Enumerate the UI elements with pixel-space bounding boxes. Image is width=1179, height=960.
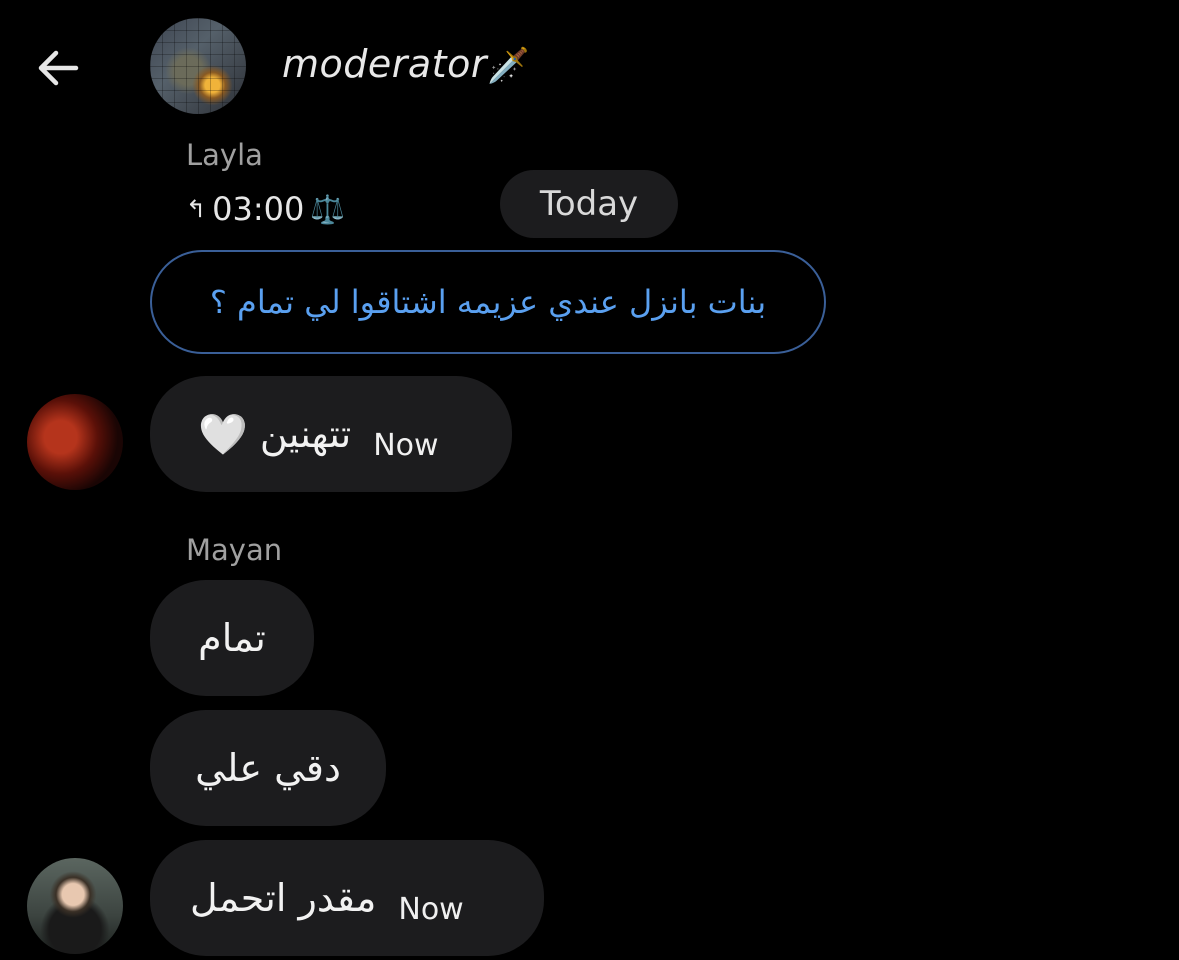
chat-title[interactable]: moderator🗡️ — [282, 42, 530, 86]
reply-arrow-icon: ↰ — [186, 195, 207, 223]
chat-avatar[interactable] — [150, 18, 246, 114]
message-bubble[interactable]: تمام — [150, 580, 314, 696]
message-time: Now — [398, 891, 464, 927]
message-time: Now — [373, 427, 439, 463]
chat-screen: moderator🗡️ Layla ↰ 03:00 ⚖️ Today بنات ب… — [0, 0, 1179, 960]
back-button[interactable] — [30, 40, 90, 96]
scales-icon: ⚖️ — [310, 192, 346, 226]
sender-name-layla: Layla — [186, 138, 263, 172]
arrow-left-icon — [38, 50, 79, 86]
avatar[interactable] — [27, 858, 123, 954]
dagger-icon: 🗡️ — [486, 46, 530, 86]
white-heart-icon: 🤍 — [198, 411, 248, 458]
chat-title-text: moderator — [282, 42, 487, 86]
message-text: مقدر اتحمل — [190, 876, 377, 920]
message-bubble[interactable]: 🤍 تتهنين Now — [150, 376, 512, 492]
message-text: دقي علي — [195, 746, 341, 790]
sender-name-mayan: Mayan — [186, 533, 283, 567]
date-separator: Today — [500, 170, 678, 238]
avatar[interactable] — [27, 394, 123, 490]
reply-time: 03:00 — [212, 190, 305, 228]
message-text: تمام — [198, 616, 266, 660]
quoted-message-text: بنات بانزل عندي عزيمه اشتاقوا لي تمام ؟ — [209, 283, 767, 321]
message-text: تتهنين — [259, 412, 352, 456]
quoted-message[interactable]: بنات بانزل عندي عزيمه اشتاقوا لي تمام ؟ — [150, 250, 826, 354]
message-bubble[interactable]: دقي علي — [150, 710, 386, 826]
reply-indicator[interactable]: ↰ 03:00 ⚖️ — [186, 190, 345, 228]
message-bubble[interactable]: مقدر اتحمل Now — [150, 840, 544, 956]
